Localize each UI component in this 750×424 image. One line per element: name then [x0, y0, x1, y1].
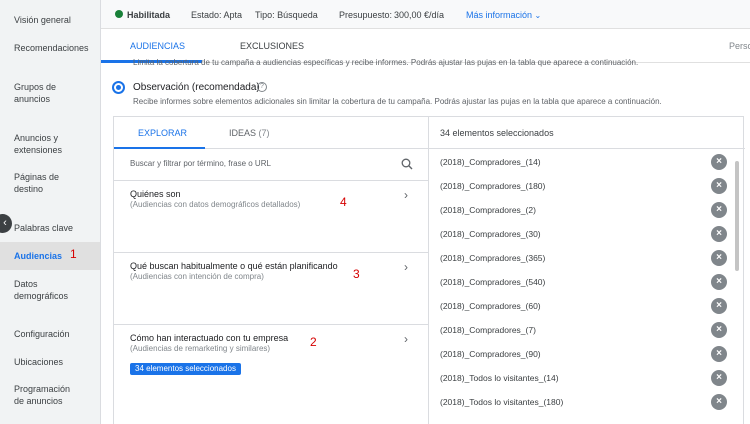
remove-icon[interactable]: × — [711, 274, 727, 290]
category-title: Cómo han interactuado con tu empresa — [130, 333, 289, 343]
targeting-description: Limita la cobertura de tu campaña a audi… — [133, 58, 639, 67]
category-title: Qué buscan habitualmente o qué están pla… — [130, 261, 338, 271]
chevron-left-icon: ‹ — [3, 217, 7, 229]
sidebar-nav: Visión general Recomendaciones Grupos de… — [0, 0, 101, 424]
category-title: Quiénes son — [130, 189, 181, 199]
selected-count-badge: 34 elementos seleccionados — [130, 363, 241, 375]
category-quienes-son[interactable]: Quiénes son (Audiencias con datos demogr… — [114, 181, 429, 253]
observation-description: Recibe informes sobre elementos adiciona… — [133, 97, 662, 106]
browse-tabs: EXPLORAR IDEAS (7) — [114, 117, 429, 149]
selected-item-label: (2018)_Todos lo visitantes_(14) — [440, 373, 559, 383]
selected-item-label: (2018)_Compradores_(365) — [440, 253, 546, 263]
selected-item: (2018)_Todos lo visitantes_(180) × — [429, 391, 729, 415]
search-row — [114, 149, 429, 181]
remove-icon[interactable]: × — [711, 202, 727, 218]
sidebar-item-audiencias[interactable]: Audiencias 1 — [0, 242, 100, 270]
selected-item: (2018)_Compradores_(540) × — [429, 271, 729, 295]
selected-item: (2018)_Compradores_(365) × — [429, 247, 729, 271]
remove-icon[interactable]: × — [711, 178, 727, 194]
scrollbar[interactable] — [735, 161, 739, 271]
sidebar-item-ubicaciones[interactable]: Ubicaciones — [0, 356, 100, 368]
selected-item-label: (2018)_Compradores_(540) — [440, 277, 546, 287]
help-icon[interactable]: ? — [257, 82, 267, 92]
selected-item-label: (2018)_Compradores_(90) — [440, 349, 541, 359]
selected-item: (2018)_Compradores_(180) × — [429, 175, 729, 199]
status-enabled-icon — [115, 10, 123, 18]
sidebar-item-grupos-de-anuncios[interactable]: Grupos de anuncios — [0, 81, 70, 105]
tab-ideas[interactable]: IDEAS (7) — [229, 128, 270, 138]
category-subtitle: (Audiencias de remarketing y similares) — [130, 344, 271, 353]
remove-icon[interactable]: × — [711, 322, 727, 338]
remove-icon[interactable]: × — [711, 226, 727, 242]
annotation-number: 4 — [340, 195, 347, 209]
search-input[interactable] — [130, 159, 390, 168]
chevron-right-icon: › — [404, 188, 408, 202]
selected-item: (2018)_Compradores_(90) × — [429, 343, 729, 367]
annotation-number: 3 — [353, 267, 360, 281]
campaign-status-bar: Habilitada Estado: Apta Tipo: Búsqueda P… — [101, 0, 750, 29]
tab-explorar[interactable]: EXPLORAR — [138, 128, 187, 138]
sidebar-item-vision-general[interactable]: Visión general — [0, 14, 100, 26]
category-como-han-interactuado[interactable]: Cómo han interactuado con tu empresa (Au… — [114, 325, 429, 424]
selected-count: 34 elementos seleccionados — [440, 128, 554, 138]
selected-item-label: (2018)_Compradores_(14) — [440, 157, 541, 167]
sidebar-item-palabras-clave[interactable]: Palabras clave — [0, 222, 100, 234]
observation-label: Observación (recomendada) — [133, 82, 260, 93]
campaign-estado: Estado: Apta — [191, 10, 243, 20]
category-subtitle: (Audiencias con datos demográficos detal… — [130, 200, 301, 209]
tab-exclusiones[interactable]: EXCLUSIONES — [240, 41, 304, 51]
chevron-right-icon: › — [404, 260, 408, 274]
remove-icon[interactable]: × — [711, 154, 727, 170]
sidebar-item-configuracion[interactable]: Configuración — [0, 328, 100, 340]
annotation-number: 2 — [310, 335, 317, 349]
category-que-buscan[interactable]: Qué buscan habitualmente o qué están pla… — [114, 253, 429, 325]
selected-header: 34 elementos seleccionados — [429, 117, 745, 149]
sidebar-item-paginas-de-destino[interactable]: Páginas de destino — [0, 171, 70, 195]
campaign-status: Habilitada — [127, 10, 171, 20]
selected-item-label: (2018)_Todos lo visitantes_(180) — [440, 397, 564, 407]
selected-item-label: (2018)_Compradores_(180) — [440, 181, 546, 191]
selected-item: (2018)_Compradores_(2) × — [429, 199, 729, 223]
remove-icon[interactable]: × — [711, 298, 727, 314]
remove-icon[interactable]: × — [711, 346, 727, 362]
selected-item: (2018)_Compradores_(14) × — [429, 151, 729, 175]
selected-item: (2018)_Compradores_(30) × — [429, 223, 729, 247]
browse-column: EXPLORAR IDEAS (7) Quiénes son (Audienci… — [114, 117, 429, 424]
audience-panel: EXPLORAR IDEAS (7) Quiénes son (Audienci… — [113, 116, 745, 424]
remove-icon[interactable]: × — [711, 394, 727, 410]
selected-item-label: (2018)_Compradores_(60) — [440, 301, 541, 311]
sidebar-item-programacion-de-anuncios[interactable]: Programación de anuncios — [0, 383, 80, 407]
annotation-number: 1 — [70, 247, 77, 261]
category-subtitle: (Audiencias con intención de compra) — [130, 272, 264, 281]
remove-icon[interactable]: × — [711, 370, 727, 386]
budget-label: Presupuesto: — [339, 10, 393, 20]
selected-item: (2018)_Compradores_(7) × — [429, 319, 729, 343]
sidebar-item-datos-demograficos[interactable]: Datos demográficos — [0, 278, 70, 302]
selected-item-label: (2018)_Compradores_(7) — [440, 325, 536, 335]
sidebar-item-anuncios-y-extensiones[interactable]: Anuncios y extensiones — [0, 132, 85, 156]
search-icon[interactable] — [401, 158, 413, 170]
selected-item: (2018)_Todos lo visitantes_(14) × — [429, 367, 729, 391]
campaign-tipo: Tipo: Búsqueda — [255, 10, 318, 20]
tab-audiencias[interactable]: AUDIENCIAS — [130, 41, 185, 51]
sidebar-item-recomendaciones[interactable]: Recomendaciones — [0, 42, 100, 54]
budget-value: 300,00 €/día — [394, 10, 445, 20]
selected-column: 34 elementos seleccionados (2018)_Compra… — [429, 117, 745, 424]
selected-item-label: (2018)_Compradores_(30) — [440, 229, 541, 239]
chevron-right-icon: › — [404, 332, 408, 346]
selected-item-label: (2018)_Compradores_(2) — [440, 205, 536, 215]
remove-icon[interactable]: × — [711, 250, 727, 266]
selected-item: (2018)_Compradores_(60) × — [429, 295, 729, 319]
more-info-link[interactable]: Más información ⌄ — [466, 10, 541, 21]
observation-radio[interactable] — [112, 81, 125, 94]
chevron-down-icon: ⌄ — [534, 11, 542, 20]
tab-personalizadas[interactable]: Perso — [729, 41, 750, 51]
